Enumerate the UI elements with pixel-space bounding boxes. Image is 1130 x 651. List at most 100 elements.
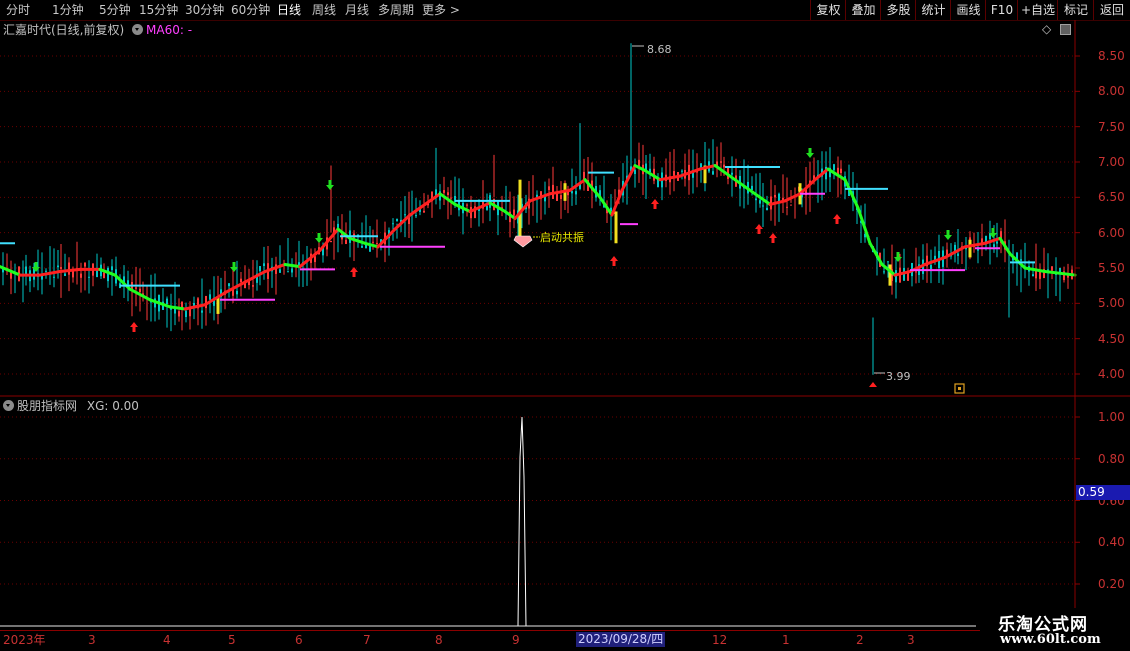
indicator-tick-label: 1.00	[1098, 410, 1125, 424]
indicator-tick-label: 0.40	[1098, 535, 1125, 550]
panel-toggle-icon[interactable]	[1060, 24, 1071, 35]
candle-body	[372, 241, 374, 243]
candle-body	[930, 265, 932, 270]
candle-body	[883, 271, 885, 273]
main-panel-title: 汇嘉时代(日线,前复权) MA60: -	[3, 22, 192, 38]
candle-body	[1020, 259, 1022, 261]
candle-body	[209, 294, 211, 300]
high-price-label: 8.68	[647, 43, 672, 56]
candle-body	[392, 223, 394, 225]
candle-body	[88, 276, 90, 278]
price-tick-label: 5.00	[1098, 296, 1125, 311]
low-triangle-icon	[869, 382, 877, 387]
date-label: 1	[782, 633, 790, 647]
date-label: 2	[856, 633, 864, 647]
candle-body	[548, 186, 550, 191]
sell-arrow-icon	[894, 252, 902, 262]
signal-label: 启动共振	[540, 230, 584, 244]
candle-body	[345, 239, 347, 245]
buy-arrow-icon	[130, 322, 138, 332]
candle-body	[376, 242, 378, 244]
candle-body	[786, 206, 788, 208]
candle-body	[240, 278, 242, 283]
diamond-outline-icon[interactable]: ◇	[1042, 22, 1051, 36]
candle-body	[72, 271, 74, 278]
date-label: 6	[295, 633, 303, 647]
candle-body	[638, 159, 640, 167]
candle-body	[840, 168, 842, 173]
candle-body	[166, 298, 168, 305]
candle-body	[447, 192, 449, 196]
candle-body	[57, 265, 59, 268]
candle-body	[759, 200, 761, 204]
candle-body	[560, 195, 562, 199]
candle-body	[993, 244, 995, 247]
highlight-candle	[614, 211, 618, 244]
indicator-title: 股朋指标网	[17, 399, 78, 413]
date-label: 3	[88, 633, 96, 647]
ma-line-segment	[38, 270, 62, 277]
ma-line-segment	[798, 178, 817, 196]
date-label: 3	[907, 633, 915, 647]
high-marker: 8.68	[632, 43, 672, 56]
candle-body	[228, 283, 230, 287]
candle-body	[996, 241, 998, 244]
date-label: 5	[228, 633, 236, 647]
candle-body	[981, 238, 983, 243]
sell-arrow-icon	[944, 230, 952, 240]
indicator-dropdown-icon[interactable]	[3, 400, 14, 411]
ma-line-segment	[168, 305, 187, 311]
price-tick-label: 4.50	[1098, 331, 1125, 346]
ma-line-segment	[283, 262, 302, 269]
date-label: 12	[712, 633, 728, 647]
ma60-label: MA60: -	[146, 23, 193, 37]
date-label: 2023年	[3, 633, 46, 647]
ma-line-segment	[376, 227, 397, 249]
date-label: 9	[512, 633, 520, 647]
candle-body	[762, 205, 764, 207]
cursor-value-box: 0.59	[1076, 485, 1130, 500]
candle-body	[60, 267, 62, 269]
candle-body	[720, 161, 722, 163]
candle-body	[291, 268, 293, 273]
indicator-value: XG: 0.00	[86, 399, 139, 413]
kline-chart[interactable]: 8.68 3.99 启动共振	[0, 0, 1130, 650]
sell-arrow-icon	[326, 180, 334, 190]
candle-body	[330, 240, 332, 243]
price-tick-label: 6.50	[1098, 190, 1125, 205]
dropdown-circle-icon[interactable]	[132, 24, 144, 35]
candle-body	[361, 245, 363, 248]
candle-body	[64, 273, 66, 277]
candle-body	[766, 207, 768, 211]
indicator-tick-label: 0.80	[1098, 451, 1125, 466]
candle-body	[571, 191, 573, 194]
indicator-panel-title: 股朋指标网 XG: 0.00	[3, 398, 139, 414]
buy-arrow-icon	[769, 233, 777, 243]
selected-date: 2023/09/28/四	[576, 632, 666, 647]
ma-line-segment	[856, 206, 872, 245]
price-tick-label: 4.00	[1098, 367, 1125, 381]
candle-body	[84, 262, 86, 267]
candle-body	[68, 262, 70, 275]
candle-body	[556, 193, 558, 201]
price-tick-label: 7.50	[1098, 119, 1125, 134]
price-tick-label: 7.00	[1098, 155, 1125, 169]
candle-body	[915, 271, 917, 273]
highlight-candle	[968, 239, 972, 258]
candle-body	[263, 263, 265, 267]
candle-body	[236, 290, 238, 295]
date-label: 8	[435, 633, 443, 647]
sell-arrow-icon	[806, 148, 814, 158]
candle-body	[111, 266, 113, 271]
candle-body	[1047, 269, 1049, 271]
ma-line-segment	[843, 178, 860, 210]
candle-body	[53, 276, 55, 278]
candle-body	[415, 215, 417, 217]
candle-body	[833, 164, 835, 171]
candle-body	[45, 270, 47, 272]
candle-body	[634, 169, 636, 175]
candle-body	[103, 272, 105, 279]
price-tick-label: 8.00	[1098, 84, 1125, 99]
buy-arrow-icon	[833, 214, 841, 224]
candle-body	[423, 210, 425, 213]
